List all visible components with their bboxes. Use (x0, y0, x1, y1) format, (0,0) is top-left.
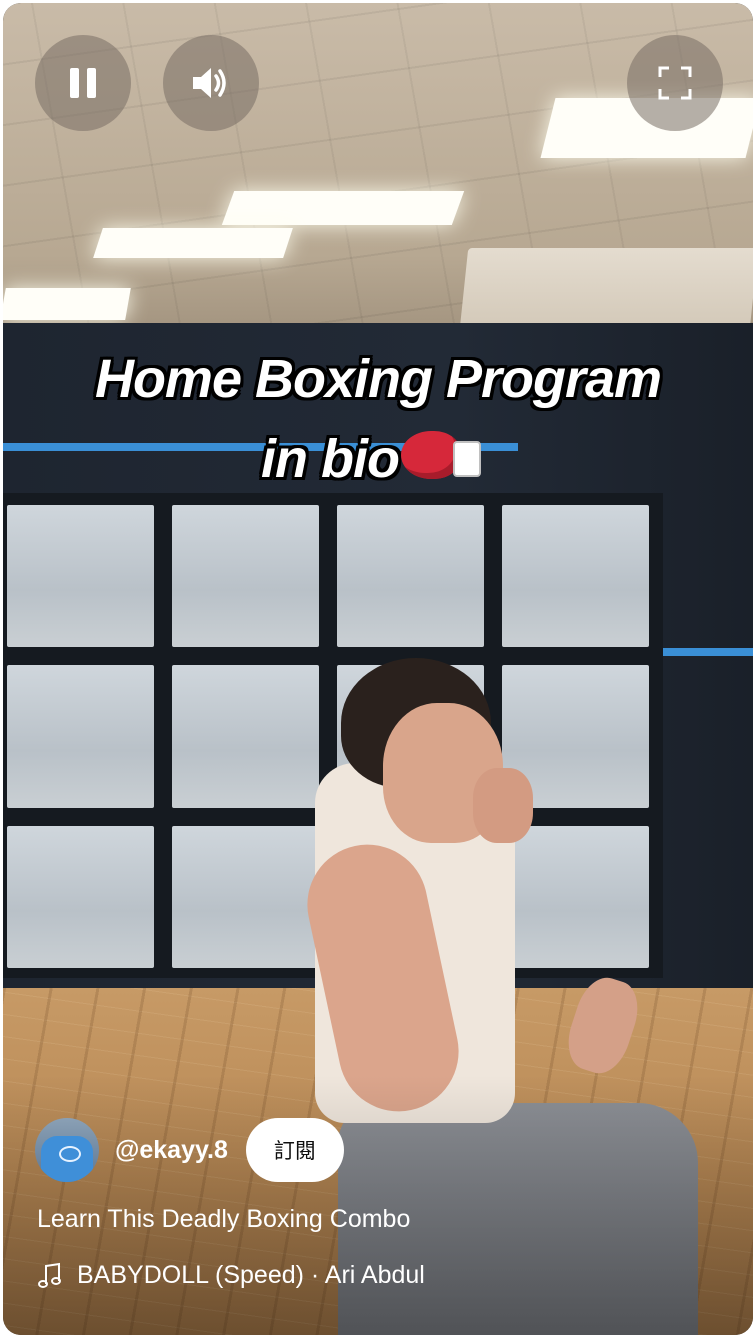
pause-icon (70, 68, 96, 98)
music-label: BABYDOLL (Speed) · Ari Abdul (77, 1261, 425, 1289)
ceiling-light (93, 228, 293, 258)
window-pane (172, 825, 319, 968)
fullscreen-button[interactable] (627, 35, 723, 131)
shorts-player[interactable]: Home Boxing Program in bio @ekayy.8 訂閱 L… (3, 3, 753, 1335)
caption-text: Home Boxing Program (94, 349, 662, 409)
window-pane (502, 505, 649, 648)
window-pane (172, 505, 319, 648)
fullscreen-icon (658, 66, 692, 100)
boxing-glove-icon (400, 431, 481, 481)
window-pane (7, 825, 154, 968)
window-pane (7, 665, 154, 808)
short-title[interactable]: Learn This Deadly Boxing Combo (37, 1205, 410, 1234)
channel-row: @ekayy.8 訂閱 (35, 1118, 344, 1182)
ceiling-light (3, 288, 131, 320)
video-caption-line1: Home Boxing Program (3, 348, 753, 410)
channel-handle[interactable]: @ekayy.8 (115, 1136, 228, 1165)
boxer-fist (473, 768, 533, 843)
avatar[interactable] (35, 1118, 99, 1182)
window-pane (502, 825, 649, 968)
music-note-icon (38, 1262, 61, 1288)
window-pane (172, 665, 319, 808)
caption-text: in bio (261, 429, 400, 489)
music-link[interactable]: BABYDOLL (Speed) · Ari Abdul (37, 1261, 425, 1290)
pause-button[interactable] (35, 35, 131, 131)
wall-stripe (658, 648, 753, 656)
volume-icon (193, 68, 226, 98)
subscribe-button[interactable]: 訂閱 (245, 1118, 344, 1182)
window-pane (337, 505, 484, 648)
ceiling-light (221, 191, 465, 225)
volume-button[interactable] (163, 35, 259, 131)
window-pane (7, 505, 154, 648)
avatar-logo (59, 1146, 81, 1162)
video-caption-line2: in bio (3, 428, 745, 490)
